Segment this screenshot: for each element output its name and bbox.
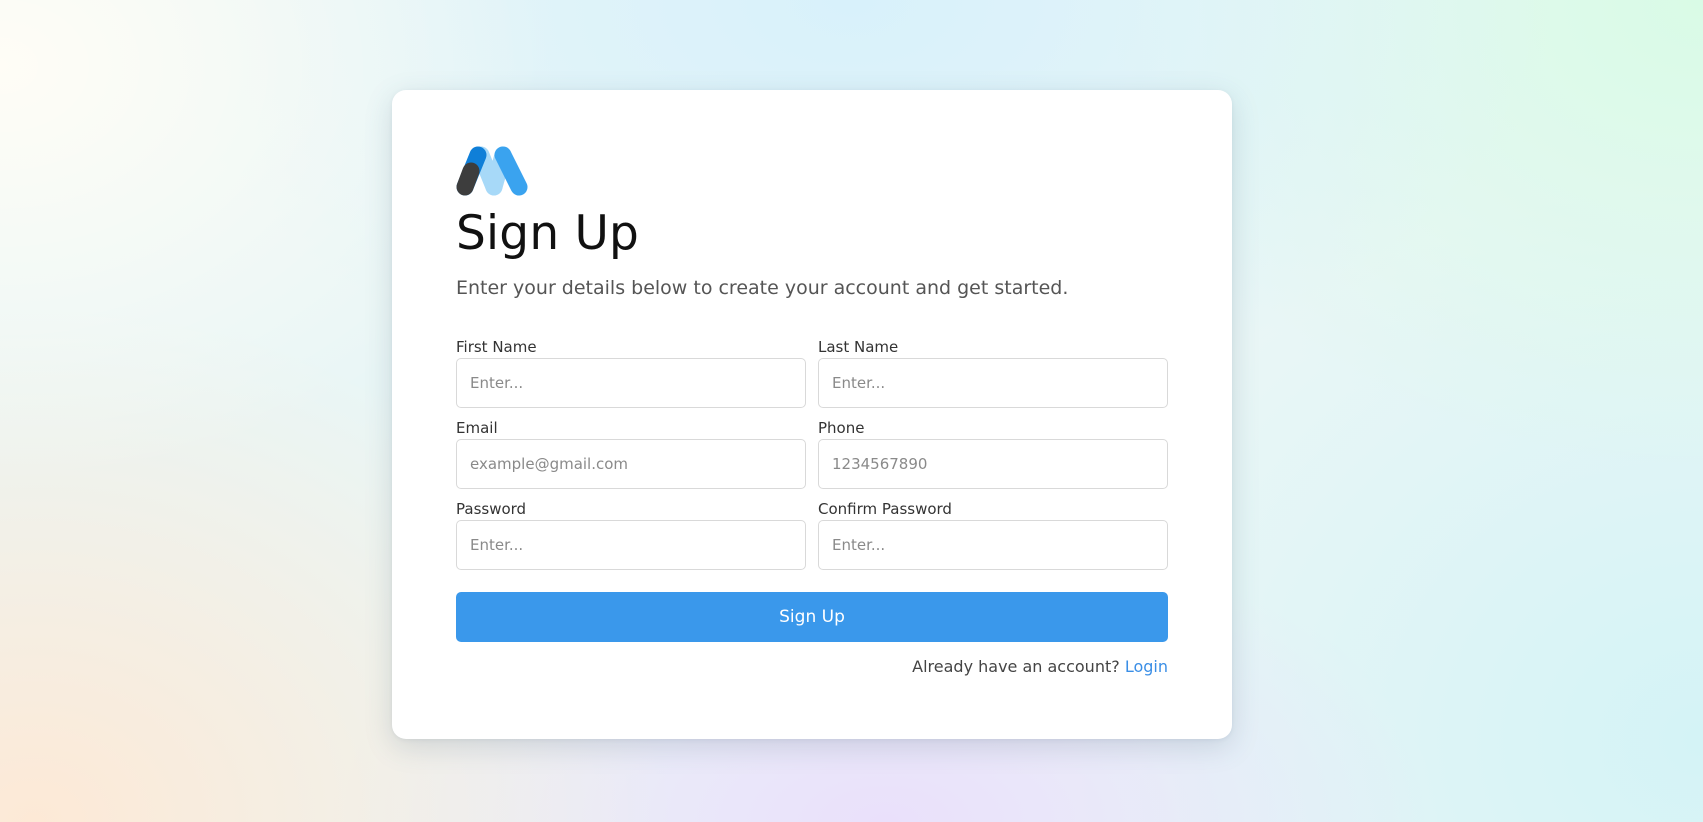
- confirm-password-label: Confirm Password: [818, 500, 952, 518]
- sign-up-button[interactable]: Sign Up: [456, 592, 1168, 642]
- signup-card: Sign Up Enter your details below to crea…: [392, 90, 1232, 739]
- m-logo-icon: [456, 146, 528, 196]
- signup-form: First Name Last Name Email Phone Passwor…: [456, 338, 1168, 570]
- login-prompt-text: Already have an account?: [912, 657, 1120, 676]
- first-name-field: First Name: [456, 338, 806, 408]
- login-link[interactable]: Login: [1125, 657, 1168, 676]
- first-name-label: First Name: [456, 338, 537, 356]
- email-label: Email: [456, 419, 498, 437]
- last-name-input[interactable]: [818, 358, 1168, 408]
- phone-label: Phone: [818, 419, 865, 437]
- phone-input[interactable]: [818, 439, 1168, 489]
- page-subtitle: Enter your details below to create your …: [456, 277, 1069, 299]
- last-name-field: Last Name: [818, 338, 1168, 408]
- first-name-input[interactable]: [456, 358, 806, 408]
- password-label: Password: [456, 500, 527, 518]
- password-input[interactable]: [456, 520, 806, 570]
- email-field: Email: [456, 419, 806, 489]
- email-input[interactable]: [456, 439, 806, 489]
- login-prompt-row: Already have an account? Login: [456, 656, 1168, 678]
- phone-field: Phone: [818, 419, 1168, 489]
- password-field: Password: [456, 500, 806, 570]
- confirm-password-field: Confirm Password: [818, 500, 1168, 570]
- confirm-password-input[interactable]: [818, 520, 1168, 570]
- page-title: Sign Up: [456, 206, 640, 261]
- last-name-label: Last Name: [818, 338, 899, 356]
